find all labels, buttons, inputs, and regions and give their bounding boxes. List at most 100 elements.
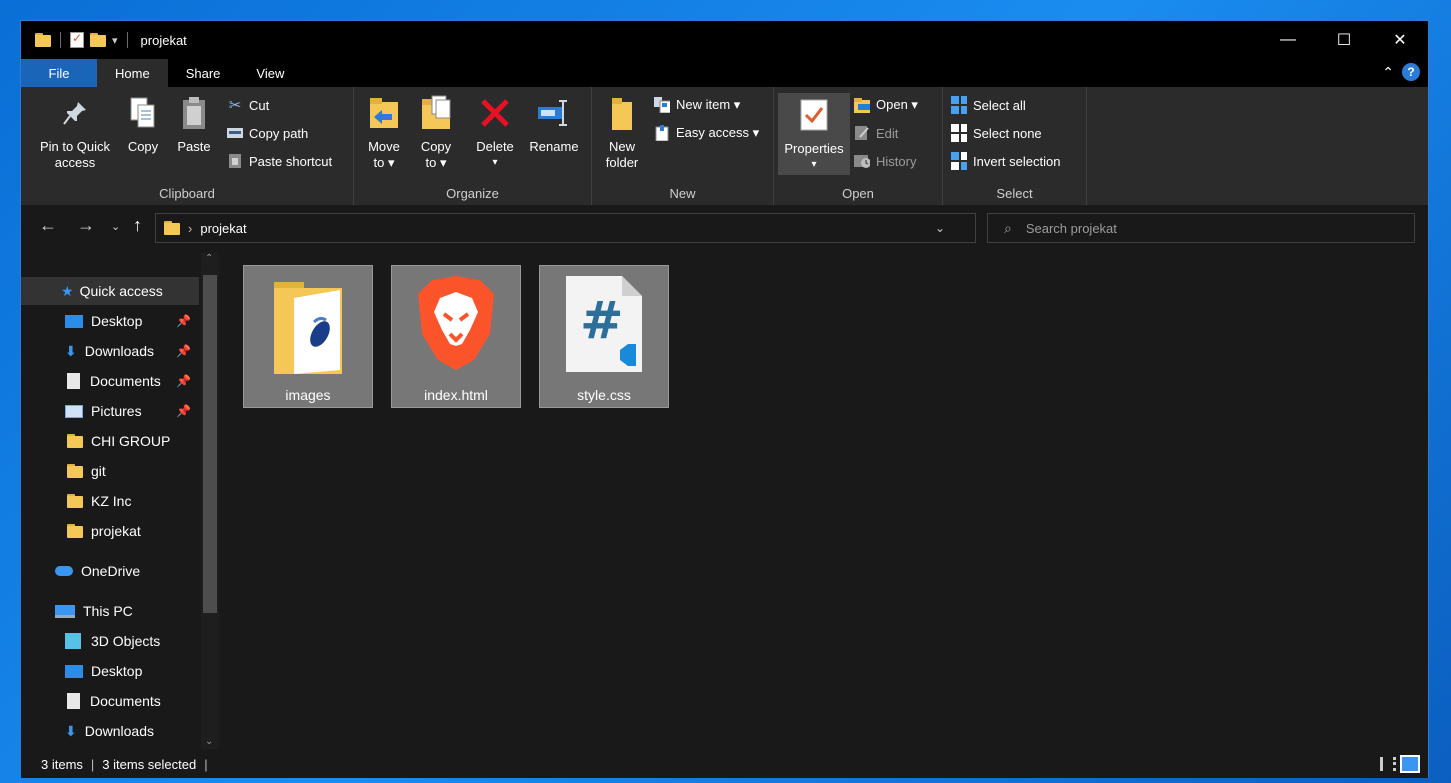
paste-shortcut-button[interactable]: Paste shortcut bbox=[227, 153, 332, 169]
search-icon: ⌕ bbox=[1004, 219, 1012, 236]
scroll-up-icon[interactable]: ⌃ bbox=[205, 253, 213, 264]
nav-quick-access[interactable]: ★ Quick access bbox=[21, 277, 199, 305]
new-folder-button[interactable]: New folder bbox=[600, 93, 644, 171]
nav-pc-downloads[interactable]: ⬇ Downloads bbox=[21, 717, 199, 745]
close-button[interactable]: ✕ bbox=[1372, 21, 1428, 59]
copy-icon bbox=[123, 93, 163, 133]
move-to-button[interactable]: Move to ▾ bbox=[364, 93, 404, 171]
file-tile-images[interactable]: images bbox=[243, 265, 373, 408]
nav-item-kz-inc[interactable]: KZ Inc bbox=[21, 487, 199, 515]
large-icons-view-icon[interactable] bbox=[1400, 755, 1420, 773]
cloud-icon bbox=[55, 566, 73, 576]
rename-button[interactable]: Rename bbox=[524, 93, 584, 155]
desktop-icon bbox=[65, 314, 83, 328]
delete-button[interactable]: Delete ▾ bbox=[472, 93, 518, 171]
folder-icon bbox=[67, 464, 83, 478]
copy-to-button[interactable]: Copy to ▾ bbox=[416, 93, 456, 171]
help-icon[interactable]: ? bbox=[1402, 63, 1420, 81]
cube-icon bbox=[65, 633, 81, 649]
pin-icon[interactable]: 📌 bbox=[176, 374, 191, 388]
css-file-icon: # bbox=[562, 272, 646, 379]
nav-scrollbar[interactable]: ⌃ ⌄ bbox=[201, 253, 219, 749]
details-view-icon[interactable] bbox=[1380, 757, 1396, 771]
pin-icon[interactable]: 📌 bbox=[176, 314, 191, 328]
copy-path-button[interactable]: Copy path bbox=[227, 125, 308, 141]
customize-toolbar-icon[interactable]: ▾ bbox=[112, 34, 118, 47]
file-tile-style-css[interactable]: # style.css bbox=[539, 265, 669, 408]
select-none-icon bbox=[951, 124, 967, 142]
nav-item-documents[interactable]: Documents 📌 bbox=[21, 367, 199, 395]
nav-item-projekat[interactable]: projekat bbox=[21, 517, 199, 545]
easy-access-button[interactable]: Easy access ▾ bbox=[654, 125, 759, 141]
invert-selection-button[interactable]: Invert selection bbox=[951, 152, 1060, 170]
folder-icon bbox=[67, 434, 83, 448]
nav-item-downloads[interactable]: ⬇ Downloads 📌 bbox=[21, 337, 199, 365]
copy-label: Copy bbox=[127, 139, 159, 154]
select-all-button[interactable]: Select all bbox=[951, 96, 1026, 114]
download-arrow-icon: ⬇ bbox=[65, 722, 77, 739]
nav-this-pc[interactable]: This PC bbox=[21, 597, 199, 625]
properties-check-icon bbox=[794, 95, 834, 135]
file-name: style.css bbox=[577, 387, 631, 403]
collapse-ribbon-icon[interactable]: ⌃ bbox=[1382, 64, 1394, 81]
minimize-button[interactable]: — bbox=[1260, 21, 1316, 59]
properties-icon[interactable] bbox=[70, 31, 84, 48]
copy-to-icon bbox=[416, 93, 456, 133]
address-bar[interactable]: › projekat ⌄ ↻ bbox=[155, 213, 1001, 243]
nav-pc-3d-objects[interactable]: 3D Objects bbox=[21, 627, 199, 655]
nav-onedrive[interactable]: OneDrive bbox=[21, 557, 199, 585]
open-button[interactable]: Open ▾ bbox=[854, 97, 918, 113]
nav-item-pictures[interactable]: Pictures 📌 bbox=[21, 397, 199, 425]
scrollbar-thumb[interactable] bbox=[203, 275, 217, 613]
cut-button[interactable]: ✂ Cut bbox=[227, 97, 270, 114]
nav-item-label: Desktop bbox=[91, 313, 143, 329]
easy-access-label: Easy access ▾ bbox=[676, 125, 760, 140]
ribbon: Pin to Quick access Copy Paste ✂ Cut Cop… bbox=[21, 87, 1428, 205]
maximize-button[interactable]: ☐ bbox=[1316, 21, 1372, 59]
new-folder-icon[interactable] bbox=[90, 33, 106, 47]
scroll-down-icon[interactable]: ⌄ bbox=[205, 736, 213, 747]
paste-button[interactable]: Paste bbox=[171, 93, 217, 155]
edit-button[interactable]: Edit bbox=[854, 125, 898, 141]
cut-label: Cut bbox=[249, 97, 270, 113]
forward-arrow-icon[interactable]: → bbox=[77, 215, 95, 236]
recent-locations-icon[interactable]: ⌄ bbox=[111, 220, 120, 233]
breadcrumb-chevron-icon[interactable]: › bbox=[188, 221, 192, 236]
tab-file[interactable]: File bbox=[21, 59, 97, 87]
breadcrumb-projekat[interactable]: projekat bbox=[200, 221, 246, 236]
history-button[interactable]: History bbox=[854, 153, 916, 169]
tab-share[interactable]: Share bbox=[168, 59, 239, 87]
nav-item-label: projekat bbox=[91, 523, 141, 539]
paste-shortcut-icon bbox=[227, 153, 243, 169]
window-title: projekat bbox=[140, 32, 187, 48]
pin-to-quick-access-button[interactable]: Pin to Quick access bbox=[29, 93, 121, 171]
copy-button[interactable]: Copy bbox=[121, 93, 165, 155]
select-label: Select bbox=[996, 186, 1033, 201]
file-tile-index-html[interactable]: index.html bbox=[391, 265, 521, 408]
organize-label: Organize bbox=[446, 186, 499, 201]
pin-icon[interactable]: 📌 bbox=[176, 404, 191, 418]
up-arrow-icon[interactable]: ↑ bbox=[133, 215, 142, 236]
search-input[interactable]: ⌕ Search projekat bbox=[987, 213, 1415, 243]
back-arrow-icon[interactable]: ← bbox=[39, 215, 57, 236]
pin-icon[interactable]: 📌 bbox=[176, 344, 191, 358]
invert-selection-icon bbox=[951, 152, 967, 170]
desktop-icon bbox=[65, 664, 83, 678]
search-placeholder: Search projekat bbox=[1025, 220, 1117, 236]
nav-item-git[interactable]: git bbox=[21, 457, 199, 485]
tab-view[interactable]: View bbox=[238, 59, 302, 87]
tab-home[interactable]: Home bbox=[97, 59, 168, 87]
select-none-button[interactable]: Select none bbox=[951, 124, 1042, 142]
folder-icon bbox=[67, 524, 83, 538]
properties-button[interactable]: Properties ▾ bbox=[778, 93, 850, 175]
new-folder-label-1: New bbox=[608, 139, 635, 154]
nav-pc-desktop[interactable]: Desktop bbox=[21, 657, 199, 685]
copy-to-label-2: to ▾ bbox=[425, 155, 447, 170]
nav-pc-documents[interactable]: Documents bbox=[21, 687, 199, 715]
properties-label: Properties bbox=[784, 141, 844, 156]
address-dropdown-icon[interactable]: ⌄ bbox=[935, 221, 945, 235]
nav-item-desktop[interactable]: Desktop 📌 bbox=[21, 307, 199, 335]
nav-item-chi-group[interactable]: CHI GROUP bbox=[21, 427, 199, 455]
new-folder-icon bbox=[602, 93, 642, 133]
new-item-button[interactable]: New item ▾ bbox=[654, 97, 740, 113]
